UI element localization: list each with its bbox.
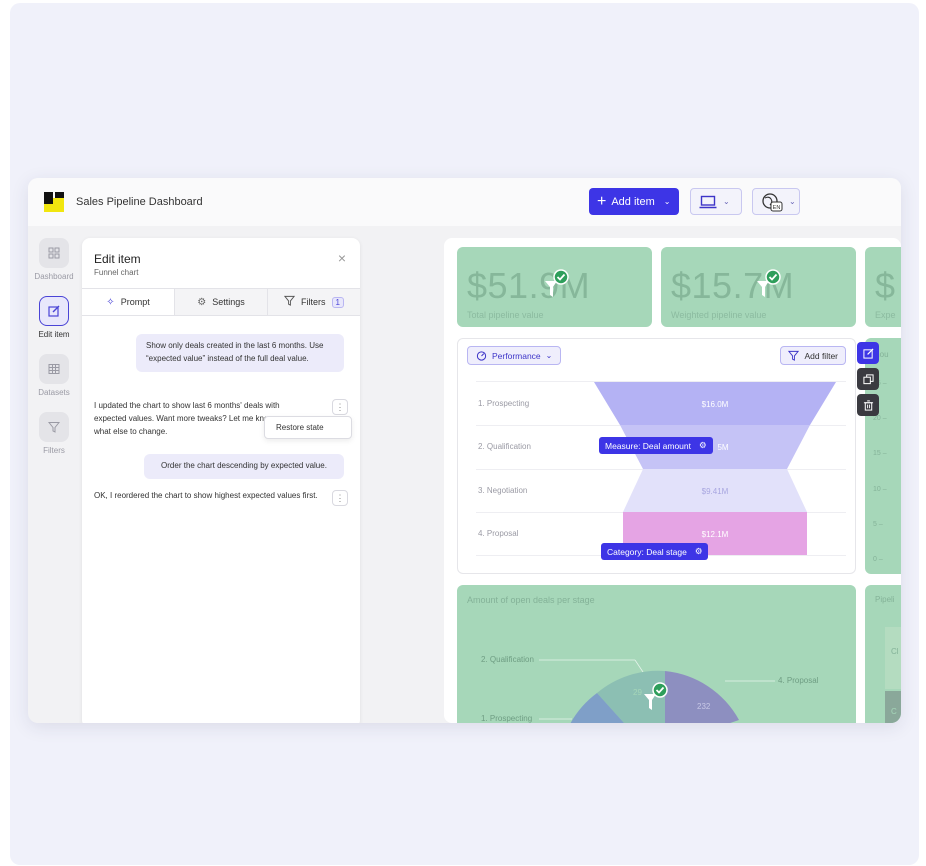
pipeline-cell: C (885, 691, 901, 723)
axis-tick: 10 – (873, 486, 887, 493)
pie-value-label: 232 (697, 702, 711, 711)
pie-label: 2. Qualification (481, 655, 534, 664)
kpi-card[interactable]: $15.7M Weighted pipeline value (661, 247, 856, 327)
kpi-label: Total pipeline value (467, 310, 544, 320)
panel-tabs: ✧ Prompt ⚙ Settings Filters 1 (82, 288, 360, 316)
add-item-button[interactable]: + Add item ⌄ (589, 188, 679, 215)
axis-tick: 0 – (873, 556, 883, 563)
panel-subtitle: Funnel chart (94, 268, 139, 277)
restore-state-menu-item[interactable]: Restore state (264, 416, 352, 439)
nav-label: Dashboard (34, 272, 74, 281)
left-nav: Dashboard Edit item Datasets Filters (28, 226, 80, 723)
funnel-value-label: $12.1M (702, 530, 729, 539)
item-toolbar (857, 342, 879, 420)
kpi-label: Weighted pipeline value (671, 310, 767, 320)
nav-item-datasets[interactable]: Datasets (28, 354, 80, 397)
measure-tag-label: Measure: Deal amount (605, 440, 691, 451)
trash-icon[interactable] (857, 394, 879, 416)
kpi-value: $51.9M (467, 265, 591, 306)
pie-slice-proposal (665, 671, 739, 723)
chevron-down-icon: ⌄ (723, 197, 730, 206)
category-tag[interactable]: Category: Deal stage ⚙ (601, 543, 709, 560)
user-message: Order the chart descending by expected v… (144, 454, 344, 479)
tab-label: Filters (301, 297, 326, 307)
dashboard-canvas: $51.9M Total pipeline value $15.7M Weigh… (444, 238, 901, 723)
funnel-chart: $16.0M 5M $9.41M $12.1M (594, 382, 836, 555)
table-icon (39, 354, 69, 384)
tab-settings[interactable]: ⚙ Settings (174, 289, 267, 315)
drag-cursor-check-icon (757, 269, 781, 297)
add-item-label: Add item (611, 195, 655, 208)
duplicate-icon[interactable] (857, 368, 879, 390)
sparkle-icon: ✧ (106, 296, 115, 308)
drag-cursor-check-icon (545, 269, 569, 297)
filter-count-badge: 1 (331, 296, 344, 308)
category-tag-label: Category: Deal stage (607, 546, 687, 557)
edit-item-panel: Edit item Funnel chart × ✧ Prompt ⚙ Sett… (82, 238, 360, 723)
nav-label: Datasets (38, 388, 70, 397)
nav-item-edit-item[interactable]: Edit item (28, 296, 80, 339)
plus-icon: + (597, 192, 607, 210)
chart-title: Pipeli (875, 595, 895, 604)
app-window: Sales Pipeline Dashboard + Add item ⌄ ⌄ … (28, 178, 901, 723)
user-message: Show only deals created in the last 6 mo… (136, 334, 344, 372)
close-icon[interactable]: × (338, 250, 346, 266)
assistant-message: OK, I reordered the chart to show highes… (94, 491, 318, 500)
pipeline-cell: Cl (885, 627, 901, 689)
funnel-value-label: 5M (717, 443, 728, 452)
nav-item-dashboard[interactable]: Dashboard (28, 238, 80, 281)
gear-icon: ⚙ (694, 546, 703, 556)
pie-chart-card[interactable]: Amount of open deals per stage 29 232 2.… (457, 585, 856, 723)
nav-label: Edit item (38, 330, 70, 339)
kpi-card[interactable]: $51.9M Total pipeline value (457, 247, 652, 327)
pie-label: 1. Prospecting (481, 714, 533, 723)
message-options-icon[interactable]: ⋮ (332, 490, 348, 506)
device-preview-button[interactable]: ⌄ (690, 188, 742, 215)
top-bar: Sales Pipeline Dashboard + Add item ⌄ ⌄ … (28, 178, 901, 226)
pipeline-card[interactable]: Pipeli Cl C (865, 585, 901, 723)
pie-label: 4. Proposal (778, 676, 819, 685)
nav-label: Filters (43, 446, 65, 455)
chevron-down-icon: ⌄ (789, 197, 796, 206)
app-logo (42, 190, 66, 214)
app-title: Sales Pipeline Dashboard (76, 196, 203, 208)
drag-cursor-check-icon (644, 682, 668, 710)
tab-filters[interactable]: Filters 1 (267, 289, 360, 315)
tab-label: Prompt (120, 297, 150, 307)
tab-prompt[interactable]: ✧ Prompt (82, 289, 174, 315)
language-button[interactable]: EN ⌄ (752, 188, 800, 215)
panel-title: Edit item (94, 252, 141, 266)
assistant-message: I updated the chart to show last 6 month… (94, 401, 280, 436)
gear-icon: ⚙ (197, 296, 207, 308)
filter-icon (283, 295, 296, 309)
filter-icon (39, 412, 69, 442)
funnel-chart-card[interactable]: Performance ⌄ Add filter 1. Prospecting … (457, 338, 856, 574)
nav-item-filters[interactable]: Filters (28, 412, 80, 455)
funnel-value-label: $9.41M (702, 487, 729, 496)
chevron-down-icon: ⌄ (663, 197, 671, 206)
svg-text:EN: EN (773, 205, 781, 211)
message-options-icon[interactable]: ⋮ (332, 399, 348, 415)
kpi-card[interactable]: $ Expe (865, 247, 901, 327)
funnel-value-label: $16.0M (702, 400, 729, 409)
gear-icon: ⚙ (699, 440, 707, 450)
tab-label: Settings (212, 297, 245, 307)
kpi-label: Expe (875, 310, 896, 320)
edit-item-icon[interactable] (857, 342, 879, 364)
axis-tick: 15 – (873, 450, 887, 457)
dashboard-icon (39, 238, 69, 268)
globe-language-icon: EN (762, 192, 783, 211)
measure-tag[interactable]: Measure: Deal amount ⚙ (599, 437, 713, 454)
axis-tick: 5 – (873, 521, 883, 528)
edit-icon (39, 296, 69, 326)
laptop-icon (699, 195, 717, 208)
kpi-value: $ (875, 265, 896, 306)
